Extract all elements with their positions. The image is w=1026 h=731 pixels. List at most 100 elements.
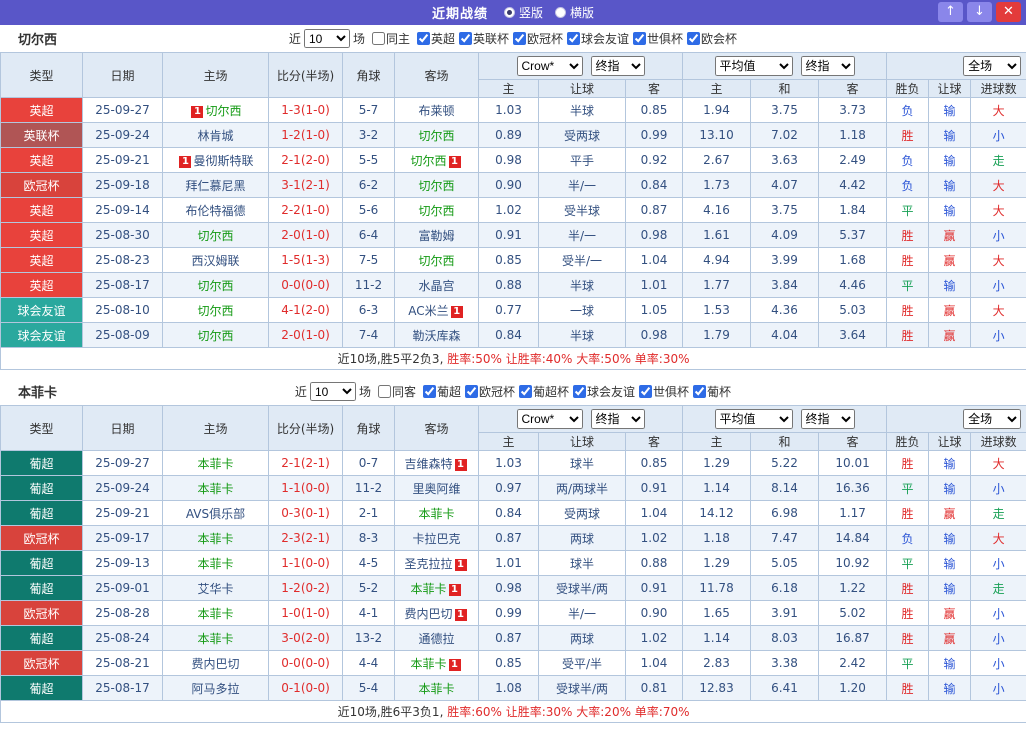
away-team-name[interactable]: 切尔西	[418, 129, 454, 143]
home-team-name[interactable]: 本菲卡	[197, 632, 233, 646]
home-team-name[interactable]: 曼彻斯特联	[193, 154, 253, 168]
radio-horizontal-layout[interactable]: 横版	[555, 4, 594, 21]
scope-select[interactable]: 全场	[963, 56, 1022, 76]
team-section-chelsea: 切尔西 近 10 场 同主 英超 英联杯 欧冠杯 球会友谊 世俱杯 欧会杯 类型 日期 主…	[0, 25, 1026, 370]
final-odds-select-2[interactable]: 终指	[800, 409, 855, 429]
home-team-name[interactable]: 切尔西	[197, 329, 233, 343]
final-odds-select[interactable]: 终指	[590, 409, 645, 429]
home-team-name[interactable]: 切尔西	[197, 229, 233, 243]
bookmaker-select[interactable]: Crow*	[516, 56, 583, 76]
same-venue-filter[interactable]: 同客	[377, 383, 416, 400]
average-select[interactable]: 平均值	[714, 56, 793, 76]
corner-cell: 6-3	[342, 297, 395, 323]
league-filter[interactable]: 欧会杯	[687, 30, 737, 47]
home-team-name[interactable]: AVS俱乐部	[186, 507, 245, 521]
league-checkbox[interactable]	[519, 384, 532, 398]
final-odds-select[interactable]: 终指	[590, 56, 645, 76]
away-team-name[interactable]: 富勒姆	[418, 229, 454, 243]
move-down-button[interactable]: ↓	[967, 2, 992, 22]
league-filter[interactable]: 英联杯	[458, 30, 509, 47]
home-team-name[interactable]: 艾华卡	[197, 582, 233, 596]
league-filter[interactable]: 欧冠杯	[464, 383, 515, 400]
home-team-name[interactable]: 拜仁慕尼黑	[185, 179, 245, 193]
average-select[interactable]: 平均值	[714, 409, 793, 429]
league-filter[interactable]: 葡超杯	[519, 383, 569, 400]
league-checkbox[interactable]	[693, 384, 707, 398]
away-team-name[interactable]: 勒沃库森	[412, 329, 460, 343]
match-date: 25-09-17	[82, 525, 163, 551]
same-venue-checkbox[interactable]	[371, 32, 385, 45]
league-checkbox[interactable]	[573, 384, 587, 398]
home-team-name[interactable]: 切尔西	[197, 279, 233, 293]
home-team-name[interactable]: 切尔西	[205, 104, 241, 118]
close-button[interactable]: ✕	[996, 2, 1021, 22]
league-checkbox[interactable]	[416, 31, 430, 45]
final-odds-select-2[interactable]: 终指	[800, 56, 855, 76]
league-checkbox[interactable]	[633, 31, 647, 45]
avg-away-cell: 3.64	[818, 322, 888, 348]
match-date: 25-09-27	[82, 97, 163, 123]
home-team-name[interactable]: 布伦特福德	[185, 204, 245, 218]
league-checkbox[interactable]	[464, 384, 478, 398]
away-team-name[interactable]: 吉维森特	[404, 457, 452, 471]
home-team-name[interactable]: 阿马多拉	[191, 682, 239, 696]
away-team-name[interactable]: 圣克拉拉	[404, 557, 452, 571]
away-team-name[interactable]: 切尔西	[418, 254, 454, 268]
league-filter[interactable]: 世俱杯	[633, 30, 683, 47]
bookmaker-select[interactable]: Crow*	[516, 409, 583, 429]
league-checkbox[interactable]	[687, 31, 701, 45]
home-team-name[interactable]: 本菲卡	[197, 607, 233, 621]
recent-count-select[interactable]: 10	[303, 29, 350, 48]
score-cell: 0-0(0-0)	[268, 272, 343, 298]
league-filter[interactable]: 球会友谊	[567, 30, 629, 47]
away-team-name[interactable]: 本菲卡	[418, 507, 454, 521]
away-team-name[interactable]: AC米兰	[408, 304, 448, 318]
result-cell: 平	[886, 272, 930, 298]
home-team-name[interactable]: 本菲卡	[197, 532, 233, 546]
away-team-name[interactable]: 费内巴切	[404, 607, 452, 621]
away-team-name[interactable]: 通德拉	[418, 632, 454, 646]
avg-draw-cell: 5.22	[750, 450, 820, 476]
same-venue-filter[interactable]: 同主	[371, 30, 410, 47]
league-checkbox[interactable]	[567, 31, 581, 45]
summary-row: 近10场,胜5平2负3, 胜率:50% 让胜率:40% 大率:50% 单率:30…	[0, 347, 1026, 370]
radio-vertical-layout[interactable]: 竖版	[503, 4, 543, 21]
away-team-name[interactable]: 布莱顿	[418, 104, 454, 118]
league-filter[interactable]: 欧冠杯	[513, 30, 563, 47]
away-team-name[interactable]: 本菲卡	[418, 682, 454, 696]
away-team-name[interactable]: 本菲卡	[410, 582, 446, 596]
same-venue-checkbox[interactable]	[377, 385, 391, 398]
away-team-name[interactable]: 里奥阿维	[412, 482, 460, 496]
away-team-name[interactable]: 切尔西	[418, 204, 454, 218]
league-checkbox[interactable]	[639, 384, 653, 398]
result-cell: 胜	[886, 675, 930, 701]
away-team-name[interactable]: 切尔西	[410, 154, 446, 168]
away-team-name[interactable]: 卡拉巴克	[412, 532, 460, 546]
away-team-name[interactable]: 本菲卡	[410, 657, 446, 671]
move-up-button[interactable]: ↑	[938, 2, 963, 22]
away-team-name[interactable]: 切尔西	[418, 179, 454, 193]
scope-select[interactable]: 全场	[963, 409, 1022, 429]
score-cell: 2-2(1-0)	[268, 197, 343, 223]
league-filter[interactable]: 葡超	[422, 383, 461, 400]
home-team-name[interactable]: 西汉姆联	[191, 254, 239, 268]
league-checkbox[interactable]	[458, 31, 472, 45]
league-checkbox[interactable]	[422, 384, 436, 398]
home-team-name[interactable]: 林肯城	[197, 129, 233, 143]
league-checkbox[interactable]	[513, 31, 526, 45]
recent-count-select[interactable]: 10	[309, 382, 356, 401]
league-filter[interactable]: 世俱杯	[639, 383, 689, 400]
avg-home-cell: 12.83	[682, 675, 752, 701]
home-team-name[interactable]: 本菲卡	[197, 457, 233, 471]
home-team-name[interactable]: 本菲卡	[197, 557, 233, 571]
result-cell: 胜	[886, 575, 930, 601]
score-cell: 1-2(1-0)	[268, 122, 343, 148]
home-team-name[interactable]: 费内巴切	[191, 657, 239, 671]
home-team-name[interactable]: 切尔西	[197, 304, 233, 318]
league-filter[interactable]: 葡杯	[693, 383, 731, 400]
league-filter-label: 欧冠杯	[478, 384, 515, 399]
league-filter[interactable]: 英超	[416, 30, 455, 47]
league-filter[interactable]: 球会友谊	[573, 383, 635, 400]
away-team-name[interactable]: 水晶宫	[418, 279, 454, 293]
home-team-name[interactable]: 本菲卡	[197, 482, 233, 496]
